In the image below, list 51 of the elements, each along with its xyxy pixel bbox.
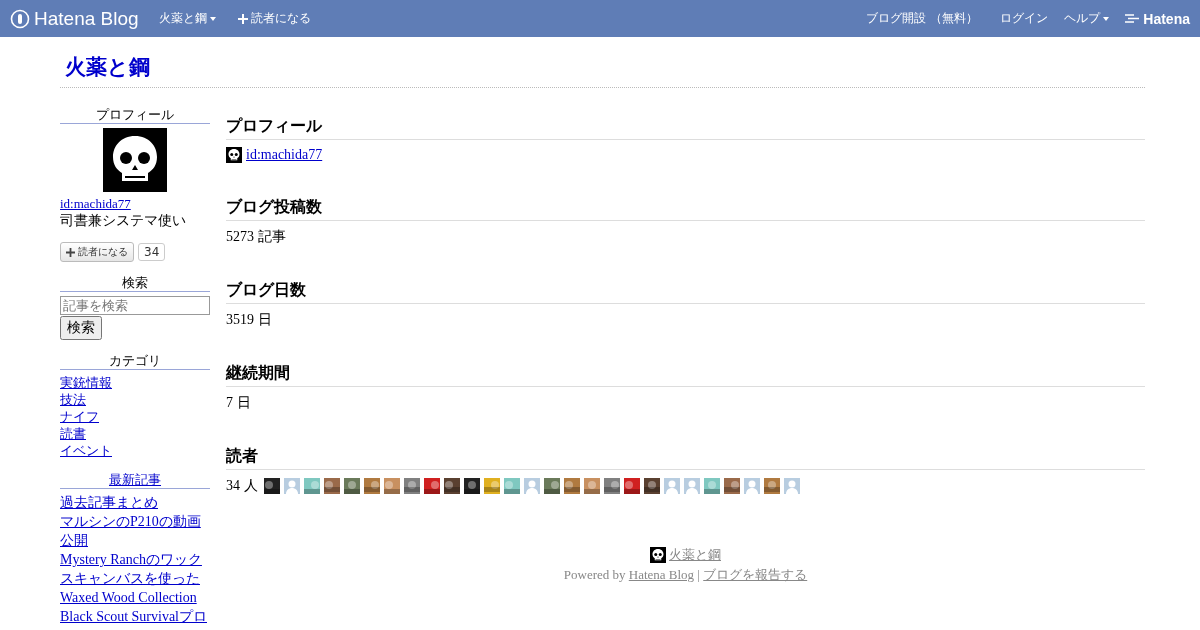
logo-icon <box>10 8 30 29</box>
plus-icon <box>237 13 248 24</box>
section-heading: ブログ投稿数 <box>226 197 1145 221</box>
open-blog-link[interactable]: ブログ開設 （無料） <box>866 10 979 27</box>
sidebar-heading: プロフィール <box>60 106 210 124</box>
blog-title[interactable]: 火薬と鋼 <box>65 53 150 81</box>
hatena-blog-link[interactable]: Hatena Blog <box>628 567 695 582</box>
hatena-logo[interactable]: Hatena <box>1125 10 1190 27</box>
blog-menu[interactable]: 火薬と鋼 <box>158 10 216 27</box>
stat-value: 5273 記事 <box>226 228 286 246</box>
category-link[interactable]: 実銃情報 <box>60 374 210 391</box>
subscribe-link[interactable]: 読者になる <box>237 10 311 27</box>
powered-by-text: Powered by <box>563 567 626 582</box>
section-heading: ブログ日数 <box>226 280 1145 304</box>
reader-count: 34 人 <box>226 477 258 495</box>
skull-avatar-icon <box>650 547 666 563</box>
category-link[interactable]: ナイフ <box>60 408 210 425</box>
user-id-link[interactable]: id:machida77 <box>60 195 210 212</box>
search-field[interactable]: 記事を検索 <box>60 296 210 315</box>
recent-article-link[interactable]: マルシンのP210の動画公開 <box>60 512 210 550</box>
profile-description: 司書兼システマ使い <box>60 212 187 230</box>
search-button[interactable]: 検索 <box>60 316 102 340</box>
subscriber-count: 34 <box>138 243 166 261</box>
caret-icon <box>209 16 216 21</box>
section-heading: プロフィール <box>226 116 1145 140</box>
recent-heading-link[interactable]: 最新記事 <box>109 472 161 487</box>
recent-article-link[interactable]: Black Scout Survivalプロ <box>60 607 210 626</box>
recent-article-link[interactable]: 過去記事まとめ <box>60 493 210 512</box>
section-heading: 継続期間 <box>226 363 1145 387</box>
skull-avatar-icon <box>103 128 167 192</box>
sidebar-heading: 検索 <box>60 274 210 292</box>
caret-icon <box>1103 16 1110 21</box>
section-heading: 読者 <box>226 446 1145 470</box>
wave-icon <box>1125 14 1140 23</box>
plus-icon <box>66 247 75 257</box>
user-id-link[interactable]: id:machida77 <box>246 147 323 163</box>
category-link[interactable]: 読書 <box>60 425 210 442</box>
login-link[interactable]: ログイン <box>1000 10 1049 27</box>
category-link[interactable]: イベント <box>60 442 210 459</box>
stat-value: 7 日 <box>226 394 251 412</box>
hatena-blog-logo[interactable]: Hatena Blog <box>10 7 139 30</box>
sidebar-heading: カテゴリ <box>60 352 210 370</box>
category-link[interactable]: 技法 <box>60 391 210 408</box>
recent-article-link[interactable]: Mystery Ranchのワックスキャンバスを使ったWaxed Wood Collection <box>60 550 210 607</box>
separator: | <box>697 567 700 582</box>
report-link[interactable]: ブログを報告する <box>703 567 808 582</box>
subscribe-button[interactable]: 読者になる <box>60 242 134 262</box>
skull-avatar-icon <box>226 147 242 163</box>
help-menu[interactable]: ヘルプ <box>1064 10 1110 27</box>
stat-value: 3519 日 <box>226 311 272 329</box>
footer-blog-link[interactable]: 火薬と鋼 <box>669 545 721 565</box>
